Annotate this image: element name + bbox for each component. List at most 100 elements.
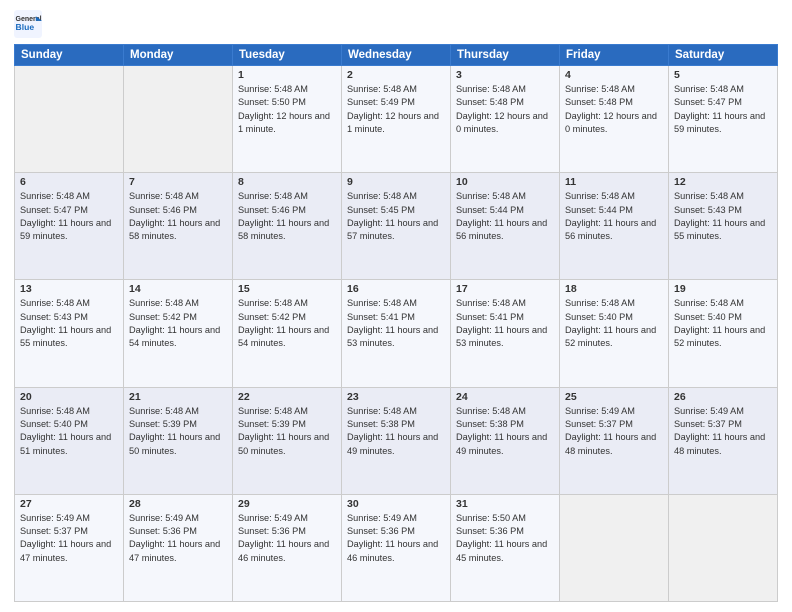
- svg-text:Blue: Blue: [16, 22, 35, 32]
- day-detail: Sunrise: 5:49 AMSunset: 5:37 PMDaylight:…: [565, 405, 663, 458]
- day-detail: Sunrise: 5:48 AMSunset: 5:40 PMDaylight:…: [20, 405, 118, 458]
- calendar-cell: 5 Sunrise: 5:48 AMSunset: 5:47 PMDaylight…: [669, 66, 778, 173]
- day-detail: Sunrise: 5:48 AMSunset: 5:44 PMDaylight:…: [456, 190, 554, 243]
- day-number: 19: [674, 283, 772, 295]
- calendar-cell: 14Sunrise: 5:48 AMSunset: 5:42 PMDayligh…: [124, 280, 233, 387]
- calendar-cell: 7 Sunrise: 5:48 AMSunset: 5:46 PMDaylight…: [124, 173, 233, 280]
- calendar-cell: 23 Sunrise: 5:48 AMSunset: 5:38 PMDayligh…: [342, 387, 451, 494]
- day-number: 10: [456, 176, 554, 188]
- calendar-cell: 28 Sunrise: 5:49 AMSunset: 5:36 PMDayligh…: [124, 494, 233, 601]
- day-number: 30: [347, 498, 445, 510]
- day-detail: Sunrise: 5:48 AMSunset: 5:41 PMDaylight:…: [456, 297, 554, 350]
- day-number: 24: [456, 391, 554, 403]
- day-number: 7: [129, 176, 227, 188]
- day-number: 31: [456, 498, 554, 510]
- day-number: 20: [20, 391, 118, 403]
- weekday-header-row: SundayMondayTuesdayWednesdayThursdayFrid…: [15, 45, 778, 66]
- calendar-cell: 3 Sunrise: 5:48 AMSunset: 5:48 PMDaylight…: [451, 66, 560, 173]
- day-number: 15: [238, 283, 336, 295]
- day-detail: Sunrise: 5:48 AMSunset: 5:46 PMDaylight:…: [129, 190, 227, 243]
- day-detail: Sunrise: 5:48 AMSunset: 5:38 PMDaylight:…: [456, 405, 554, 458]
- calendar-cell: 4 Sunrise: 5:48 AMSunset: 5:48 PMDaylight…: [560, 66, 669, 173]
- day-detail: Sunrise: 5:48 AMSunset: 5:48 PMDaylight:…: [456, 83, 554, 136]
- day-number: 2: [347, 69, 445, 81]
- day-detail: Sunrise: 5:48 AMSunset: 5:43 PMDaylight:…: [20, 297, 118, 350]
- calendar-cell: 2 Sunrise: 5:48 AMSunset: 5:49 PMDaylight…: [342, 66, 451, 173]
- day-detail: Sunrise: 5:49 AMSunset: 5:37 PMDaylight:…: [20, 512, 118, 565]
- calendar-cell: [669, 494, 778, 601]
- week-row-4: 27 Sunrise: 5:49 AMSunset: 5:37 PMDayligh…: [15, 494, 778, 601]
- weekday-header-thursday: Thursday: [451, 45, 560, 66]
- calendar-cell: 27 Sunrise: 5:49 AMSunset: 5:37 PMDayligh…: [15, 494, 124, 601]
- calendar-cell: 10 Sunrise: 5:48 AMSunset: 5:44 PMDayligh…: [451, 173, 560, 280]
- calendar-cell: 18Sunrise: 5:48 AMSunset: 5:40 PMDayligh…: [560, 280, 669, 387]
- day-number: 18: [565, 283, 663, 295]
- calendar-cell: 22 Sunrise: 5:48 AMSunset: 5:39 PMDayligh…: [233, 387, 342, 494]
- day-detail: Sunrise: 5:48 AMSunset: 5:39 PMDaylight:…: [129, 405, 227, 458]
- calendar-cell: 17 Sunrise: 5:48 AMSunset: 5:41 PMDayligh…: [451, 280, 560, 387]
- day-detail: Sunrise: 5:48 AMSunset: 5:41 PMDaylight:…: [347, 297, 445, 350]
- day-detail: Sunrise: 5:48 AMSunset: 5:49 PMDaylight:…: [347, 83, 445, 136]
- day-number: 5: [674, 69, 772, 81]
- day-number: 9: [347, 176, 445, 188]
- day-detail: Sunrise: 5:49 AMSunset: 5:36 PMDaylight:…: [129, 512, 227, 565]
- day-number: 6: [20, 176, 118, 188]
- calendar-cell: [560, 494, 669, 601]
- calendar-cell: 25 Sunrise: 5:49 AMSunset: 5:37 PMDayligh…: [560, 387, 669, 494]
- day-detail: Sunrise: 5:48 AMSunset: 5:38 PMDaylight:…: [347, 405, 445, 458]
- weekday-header-sunday: Sunday: [15, 45, 124, 66]
- calendar-cell: [124, 66, 233, 173]
- day-detail: Sunrise: 5:48 AMSunset: 5:40 PMDaylight:…: [674, 297, 772, 350]
- calendar-cell: 19 Sunrise: 5:48 AMSunset: 5:40 PMDayligh…: [669, 280, 778, 387]
- calendar-cell: 29 Sunrise: 5:49 AMSunset: 5:36 PMDayligh…: [233, 494, 342, 601]
- day-number: 17: [456, 283, 554, 295]
- day-detail: Sunrise: 5:48 AMSunset: 5:42 PMDaylight:…: [238, 297, 336, 350]
- week-row-1: 6Sunrise: 5:48 AMSunset: 5:47 PMDaylight…: [15, 173, 778, 280]
- day-number: 3: [456, 69, 554, 81]
- day-number: 12: [674, 176, 772, 188]
- day-number: 8: [238, 176, 336, 188]
- day-number: 25: [565, 391, 663, 403]
- calendar-cell: 26 Sunrise: 5:49 AMSunset: 5:37 PMDayligh…: [669, 387, 778, 494]
- day-number: 1: [238, 69, 336, 81]
- day-number: 16: [347, 283, 445, 295]
- day-number: 23: [347, 391, 445, 403]
- day-detail: Sunrise: 5:49 AMSunset: 5:37 PMDaylight:…: [674, 405, 772, 458]
- day-number: 28: [129, 498, 227, 510]
- day-detail: Sunrise: 5:50 AMSunset: 5:36 PMDaylight:…: [456, 512, 554, 565]
- day-number: 27: [20, 498, 118, 510]
- calendar-table: SundayMondayTuesdayWednesdayThursdayFrid…: [14, 44, 778, 602]
- calendar-cell: 13 Sunrise: 5:48 AMSunset: 5:43 PMDayligh…: [15, 280, 124, 387]
- calendar-cell: 6Sunrise: 5:48 AMSunset: 5:47 PMDaylight…: [15, 173, 124, 280]
- day-number: 4: [565, 69, 663, 81]
- day-number: 21: [129, 391, 227, 403]
- day-detail: Sunrise: 5:48 AMSunset: 5:46 PMDaylight:…: [238, 190, 336, 243]
- day-detail: Sunrise: 5:48 AMSunset: 5:47 PMDaylight:…: [674, 83, 772, 136]
- calendar-cell: 11 Sunrise: 5:48 AMSunset: 5:44 PMDayligh…: [560, 173, 669, 280]
- calendar-cell: 30 Sunrise: 5:49 AMSunset: 5:36 PMDayligh…: [342, 494, 451, 601]
- calendar-cell: 15 Sunrise: 5:48 AMSunset: 5:42 PMDayligh…: [233, 280, 342, 387]
- day-detail: Sunrise: 5:48 AMSunset: 5:45 PMDaylight:…: [347, 190, 445, 243]
- day-number: 11: [565, 176, 663, 188]
- day-detail: Sunrise: 5:48 AMSunset: 5:48 PMDaylight:…: [565, 83, 663, 136]
- day-number: 13: [20, 283, 118, 295]
- logo: General Blue: [14, 10, 42, 38]
- calendar-cell: 20 Sunrise: 5:48 AMSunset: 5:40 PMDayligh…: [15, 387, 124, 494]
- week-row-3: 20 Sunrise: 5:48 AMSunset: 5:40 PMDayligh…: [15, 387, 778, 494]
- day-detail: Sunrise: 5:48 AMSunset: 5:50 PMDaylight:…: [238, 83, 336, 136]
- weekday-header-tuesday: Tuesday: [233, 45, 342, 66]
- weekday-header-monday: Monday: [124, 45, 233, 66]
- week-row-0: 1 Sunrise: 5:48 AMSunset: 5:50 PMDaylight…: [15, 66, 778, 173]
- day-detail: Sunrise: 5:49 AMSunset: 5:36 PMDaylight:…: [347, 512, 445, 565]
- day-number: 22: [238, 391, 336, 403]
- calendar-cell: 31 Sunrise: 5:50 AMSunset: 5:36 PMDayligh…: [451, 494, 560, 601]
- day-number: 26: [674, 391, 772, 403]
- day-detail: Sunrise: 5:48 AMSunset: 5:39 PMDaylight:…: [238, 405, 336, 458]
- calendar-cell: 24 Sunrise: 5:48 AMSunset: 5:38 PMDayligh…: [451, 387, 560, 494]
- calendar-cell: 9 Sunrise: 5:48 AMSunset: 5:45 PMDaylight…: [342, 173, 451, 280]
- day-detail: Sunrise: 5:48 AMSunset: 5:44 PMDaylight:…: [565, 190, 663, 243]
- calendar-page: General Blue SundayMondayTuesdayWednesda…: [0, 0, 792, 612]
- day-number: 29: [238, 498, 336, 510]
- day-detail: Sunrise: 5:49 AMSunset: 5:36 PMDaylight:…: [238, 512, 336, 565]
- calendar-cell: [15, 66, 124, 173]
